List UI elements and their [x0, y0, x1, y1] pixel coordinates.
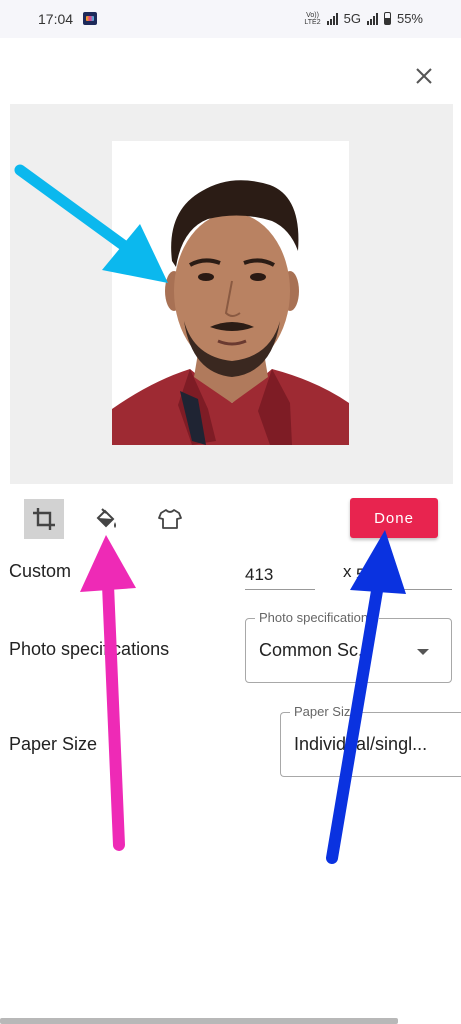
network-type: 5G — [343, 11, 361, 26]
crop-tool-button[interactable] — [24, 499, 64, 539]
status-time: 17:04 — [38, 11, 74, 27]
paint-bucket-icon — [96, 508, 116, 528]
paper-size-field-label: Paper Size — [290, 704, 362, 719]
paper-size-dropdown[interactable]: Paper Size Individual/singl... — [280, 704, 461, 777]
shirt-icon — [158, 509, 182, 529]
dropdown-arrow-icon — [417, 649, 429, 655]
photo-spec-field-label: Photo specifications — [255, 610, 379, 625]
signal-2-icon — [366, 12, 378, 25]
width-input[interactable] — [245, 560, 315, 590]
person-portrait-image — [112, 180, 349, 445]
status-indicators: Vo)) LTE2 5G 55% — [304, 11, 423, 26]
height-input[interactable] — [356, 560, 452, 590]
app-notification-icon — [83, 12, 97, 25]
paper-size-label: Paper Size — [9, 734, 98, 754]
done-button[interactable]: Done — [350, 498, 438, 538]
background-color-tool-button[interactable] — [88, 501, 124, 537]
navigation-bar — [0, 1018, 398, 1024]
paper-size-value: Individual/singl... — [294, 734, 428, 754]
close-icon — [416, 68, 432, 84]
magenta-arrow-shaft — [102, 579, 125, 851]
signal-icon — [326, 12, 338, 25]
battery-percent: 55% — [396, 11, 423, 26]
photo-spec-label: Photo specifications — [9, 639, 170, 659]
crop-icon — [33, 508, 55, 530]
photo-spec-value: Common Sc... — [259, 640, 374, 660]
close-button[interactable] — [410, 62, 438, 90]
dimension-separator: x — [343, 562, 352, 581]
passport-photo[interactable] — [112, 141, 349, 445]
photo-preview-area — [10, 104, 453, 484]
magenta-arrow-head — [80, 535, 136, 592]
volte-icon: Vo)) LTE2 — [304, 11, 321, 26]
status-bar: 17:04 Vo)) LTE2 5G 55% — [0, 0, 461, 38]
battery-icon — [383, 12, 391, 25]
custom-size-label: Custom — [9, 561, 72, 581]
photo-spec-dropdown[interactable]: Photo specifications Common Sc... — [245, 610, 452, 683]
clothing-tool-button[interactable] — [152, 501, 188, 537]
